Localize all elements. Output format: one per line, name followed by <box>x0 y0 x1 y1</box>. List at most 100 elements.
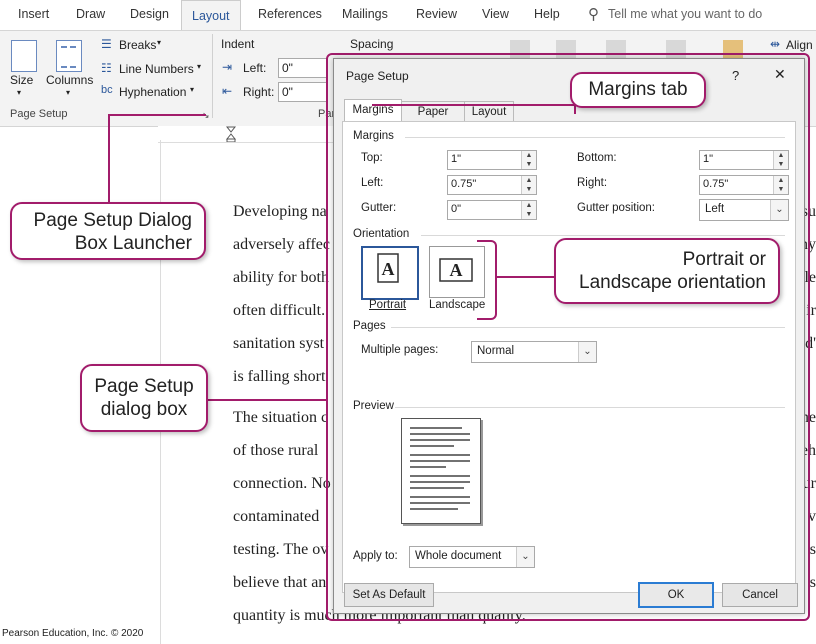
line-numbers-chevron-icon[interactable]: ▾ <box>197 62 201 71</box>
ok-button[interactable]: OK <box>638 582 714 608</box>
gutter-position-select[interactable]: Left ⌄ <box>699 199 789 221</box>
tab-layout[interactable]: Layout <box>181 0 241 31</box>
doc-line-11-right: s <box>809 541 816 558</box>
line-numbers-icon: ☷ <box>101 61 112 75</box>
apply-to-label: Apply to: <box>353 550 398 562</box>
size-button[interactable]: Size <box>10 73 33 87</box>
dialog-box-connector <box>206 399 328 401</box>
tab-help[interactable]: Help <box>534 7 560 21</box>
tab-design[interactable]: Design <box>130 7 169 21</box>
indent-left-icon: ⇥ <box>222 60 233 74</box>
doc-line-3: ability for both <box>233 269 329 286</box>
margins-tab-connector <box>372 104 576 106</box>
size-chevron-icon[interactable]: ▾ <box>17 88 21 97</box>
indent-right-label: Right: <box>243 85 275 99</box>
multiple-pages-select[interactable]: Normal ⌄ <box>471 341 597 363</box>
top-label: Top: <box>361 152 383 164</box>
doc-line-8: of those rural <box>233 442 319 459</box>
callout-dialog-launcher: Page Setup Dialog Box Launcher <box>10 202 206 260</box>
columns-chevron-icon[interactable]: ▾ <box>66 88 70 97</box>
columns-button[interactable]: Columns <box>46 73 93 87</box>
bottom-spin-arrows-icon[interactable]: ▲ ▼ <box>773 151 788 169</box>
margins-section-label: Margins <box>353 130 394 142</box>
indent-right-input[interactable]: 0" <box>278 82 328 102</box>
hyphenation-chevron-icon[interactable]: ▾ <box>190 85 194 94</box>
gutter-label: Gutter: <box>361 202 397 214</box>
doc-line-5: sanitation syst <box>233 335 325 352</box>
ribbon-tab-bar: Insert Draw Design Layout References Mai… <box>0 0 816 31</box>
lightbulb-search-icon[interactable]: ⚲ <box>588 5 599 23</box>
doc-line-1: Developing na <box>233 203 327 220</box>
doc-line-2: adversely affec <box>233 236 330 253</box>
spacing-label: Spacing <box>350 37 394 51</box>
indent-label: Indent <box>221 37 255 51</box>
indent-marker-icon[interactable] <box>225 126 237 143</box>
callout-orientation: Portrait or Landscape orientation <box>554 238 780 304</box>
align-button[interactable]: Align <box>786 38 813 52</box>
chevron-down-icon[interactable]: ⌄ <box>770 200 788 220</box>
hyphenation-button[interactable]: Hyphenation <box>119 85 186 99</box>
left-spin-arrows-icon[interactable]: ▲ ▼ <box>521 176 536 194</box>
doc-line-12: believe that an <box>233 574 327 591</box>
indent-left-input[interactable]: 0" <box>278 58 328 78</box>
help-button[interactable]: ? <box>732 68 739 83</box>
pages-section-label: Pages <box>353 320 386 332</box>
breaks-icon: ☰ <box>101 37 112 51</box>
hyphenation-icon: bc <box>101 84 113 96</box>
doc-line-12-right: s <box>809 574 816 591</box>
launcher-connector <box>108 114 110 204</box>
section-divider <box>395 407 785 408</box>
top-margin-input[interactable]: 1" ▲ ▼ <box>447 150 537 170</box>
right-spin-arrows-icon[interactable]: ▲ ▼ <box>773 176 788 194</box>
page-preview <box>401 418 481 524</box>
tell-me-box[interactable]: Tell me what you want to do <box>608 7 762 21</box>
gutter-position-label: Gutter position: <box>577 202 655 214</box>
svg-text:A: A <box>450 260 463 280</box>
orientation-bracket <box>477 240 497 320</box>
margins-tab-pane: Margins Top: 1" ▲ ▼ Bottom: 1" ▲ ▼ Left: 0.7… <box>342 121 796 593</box>
tab-insert[interactable]: Insert <box>18 7 49 21</box>
chevron-down-icon[interactable]: ⌄ <box>578 342 596 362</box>
left-margin-input[interactable]: 0.75" ▲ ▼ <box>447 175 537 195</box>
top-spin-arrows-icon[interactable]: ▲ ▼ <box>521 151 536 169</box>
chevron-down-icon[interactable]: ⌄ <box>516 547 534 567</box>
line-numbers-button[interactable]: Line Numbers <box>119 62 194 76</box>
section-divider <box>405 137 785 138</box>
horizontal-ruler[interactable] <box>158 126 338 143</box>
section-divider <box>421 235 785 236</box>
bottom-margin-input[interactable]: 1" ▲ ▼ <box>699 150 789 170</box>
cancel-button[interactable]: Cancel <box>722 583 798 607</box>
orientation-connector <box>497 276 555 278</box>
portrait-page-icon: A <box>377 253 399 283</box>
callout-margins-tab: Margins tab <box>570 72 706 108</box>
section-divider <box>391 327 785 328</box>
breaks-button[interactable]: Breaks <box>119 38 156 52</box>
tab-review[interactable]: Review <box>416 7 457 21</box>
indent-left-label: Left: <box>243 61 267 75</box>
bottom-label: Bottom: <box>577 152 617 164</box>
tab-references[interactable]: References <box>258 7 322 21</box>
gutter-input[interactable]: 0" ▲ ▼ <box>447 200 537 220</box>
portrait-label[interactable]: Portrait <box>369 299 406 311</box>
size-icon[interactable] <box>11 40 37 72</box>
apply-to-select[interactable]: Whole document ⌄ <box>409 546 535 568</box>
launcher-connector <box>108 114 206 116</box>
set-as-default-button[interactable]: Set As Default <box>344 583 434 607</box>
multiple-pages-label: Multiple pages: <box>361 344 439 356</box>
close-icon[interactable]: ✕ <box>774 66 786 83</box>
left-label: Left: <box>361 177 384 189</box>
callout-page-setup-dialog: Page Setup dialog box <box>80 364 208 432</box>
align-icon: ⇹ <box>770 37 781 51</box>
breaks-chevron-icon[interactable]: ▾ <box>157 38 161 47</box>
tab-draw[interactable]: Draw <box>76 7 105 21</box>
columns-icon[interactable] <box>56 40 82 72</box>
doc-line-4: often difficult. <box>233 302 326 319</box>
group-divider <box>212 34 213 118</box>
right-margin-input[interactable]: 0.75" ▲ ▼ <box>699 175 789 195</box>
doc-line-10: contaminated <box>233 508 320 525</box>
doc-line-11: testing. The ov <box>233 541 329 558</box>
gutter-spin-arrows-icon[interactable]: ▲ ▼ <box>521 201 536 219</box>
tab-view[interactable]: View <box>482 7 509 21</box>
tab-mailings[interactable]: Mailings <box>342 7 388 21</box>
portrait-button[interactable]: A <box>361 246 419 300</box>
